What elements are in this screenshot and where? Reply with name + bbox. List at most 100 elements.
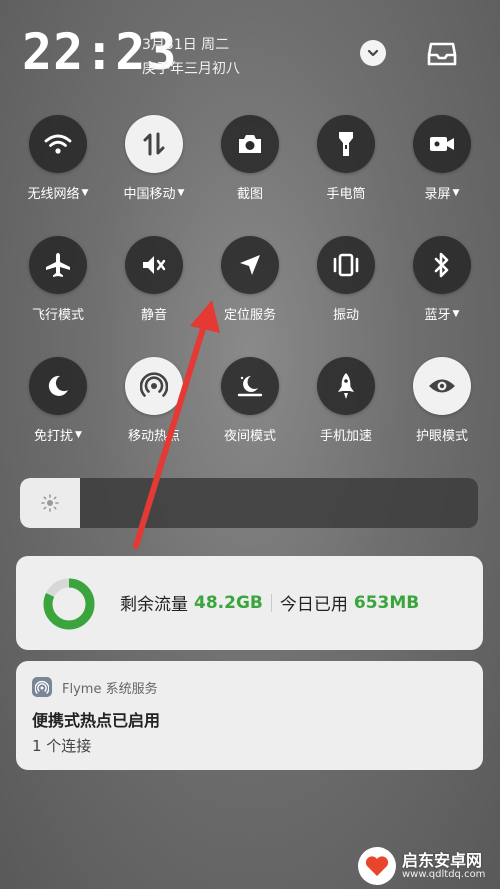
inbox-icon (427, 42, 457, 66)
flashlight-icon (339, 132, 353, 156)
toggle-label: 移动热点 (127, 429, 180, 444)
quick-settings-grid: 无线网络 ▼ 中国移动 ▼ 截图 手电筒 录屏 ▼ 飞行模式 静音 定位服务 振… (10, 115, 490, 478)
divider (270, 593, 272, 612)
watermark-name: 启东安卓网 (402, 850, 483, 870)
hotspot-notification[interactable]: Flyme 系统服务 便携式热点已启用 1 个连接 (16, 661, 483, 770)
hotspot-icon (35, 680, 49, 694)
moon-icon (48, 375, 68, 396)
collapse-button[interactable] (360, 40, 386, 66)
toggle-location[interactable]: 定位服务 (202, 236, 298, 357)
toggle-label: 定位服务 (223, 308, 276, 323)
camera-icon (239, 135, 261, 153)
eye-icon (429, 379, 455, 393)
toggle-screenshot[interactable]: 截图 (202, 115, 298, 236)
dropdown-caret-icon[interactable]: ▼ (453, 309, 460, 319)
today-used-label: 今日已用 (279, 595, 348, 615)
toggle-hotspot-circle[interactable] (125, 357, 183, 415)
toggle-night-mode-circle[interactable] (221, 357, 279, 415)
toggle-label: 录屏 ▼ (424, 187, 460, 202)
toggle-dnd-circle[interactable] (29, 357, 87, 415)
toggle-mobile-data[interactable]: 中国移动 ▼ (106, 115, 202, 236)
heart-logo-icon (365, 856, 389, 876)
toggle-boost-circle[interactable] (317, 357, 375, 415)
notification-app-name: Flyme 系统服务 (62, 681, 158, 697)
toggle-label: 飞行模式 (31, 308, 84, 323)
night-mode-icon (237, 376, 263, 397)
app-icon (32, 677, 52, 697)
toggle-boost[interactable]: 手机加速 (298, 357, 394, 478)
toggle-row: 免打扰 ▼ 移动热点 夜间模式 手机加速 护眼模式 (10, 357, 490, 478)
wifi-icon (44, 134, 72, 154)
toggle-bluetooth[interactable]: 蓝牙 ▼ (394, 236, 490, 357)
toggle-row: 飞行模式 静音 定位服务 振动 蓝牙 ▼ (10, 236, 490, 357)
toggle-label: 无线网络 ▼ (27, 187, 89, 202)
toggle-location-circle[interactable] (221, 236, 279, 294)
toggle-bluetooth-circle[interactable] (413, 236, 471, 294)
toggle-airplane[interactable]: 飞行模式 (10, 236, 106, 357)
mute-icon (143, 256, 166, 274)
mobile-data-icon (143, 132, 165, 156)
sun-icon (40, 494, 59, 512)
toggle-screen-record[interactable]: 录屏 ▼ (394, 115, 490, 236)
airplane-icon (46, 253, 70, 277)
toggle-mobile-data-circle[interactable] (125, 115, 183, 173)
dropdown-caret-icon[interactable]: ▼ (82, 188, 89, 198)
today-used-value: 653MB (353, 592, 420, 613)
lunar-date-text: 庚子年三月初八 (142, 61, 240, 77)
toggle-screen-record-circle[interactable] (413, 115, 471, 173)
location-arrow-icon (240, 255, 260, 275)
brightness-slider[interactable] (20, 478, 478, 528)
hotspot-icon (140, 372, 168, 397)
remaining-label: 剩余流量 (120, 595, 188, 615)
toggle-hotspot[interactable]: 移动热点 (106, 357, 202, 478)
chevron-down-icon (367, 49, 379, 57)
toggle-label: 免打扰 ▼ (34, 429, 82, 444)
toggle-flashlight[interactable]: 手电筒 (298, 115, 394, 236)
rocket-icon (338, 373, 354, 399)
remaining-value: 48.2GB (194, 592, 263, 613)
vibrate-icon (333, 253, 359, 277)
toggle-label: 护眼模式 (415, 429, 468, 444)
brightness-slider-fill[interactable] (20, 478, 80, 528)
toggle-mute[interactable]: 静音 (106, 236, 202, 357)
dropdown-caret-icon[interactable]: ▼ (178, 188, 185, 198)
toggle-label: 手电筒 (326, 187, 366, 202)
toggle-eye-care[interactable]: 护眼模式 (394, 357, 490, 478)
notification-inbox-button[interactable] (426, 38, 458, 70)
toggle-label: 蓝牙 ▼ (424, 308, 460, 323)
toggle-row: 无线网络 ▼ 中国移动 ▼ 截图 手电筒 录屏 ▼ (10, 115, 490, 236)
toggle-dnd[interactable]: 免打扰 ▼ (10, 357, 106, 478)
toggle-wifi-circle[interactable] (29, 115, 87, 173)
toggle-vibrate[interactable]: 振动 (298, 236, 394, 357)
toggle-night-mode[interactable]: 夜间模式 (202, 357, 298, 478)
notification-header: Flyme 系统服务 (32, 677, 158, 697)
toggle-vibrate-circle[interactable] (317, 236, 375, 294)
date-text: 3月31日 周二 (142, 37, 230, 53)
watermark-logo-icon (358, 847, 396, 885)
toggle-label: 中国移动 ▼ (123, 187, 185, 202)
watermark-text: 启东安卓网 www.qdltdq.com (402, 852, 485, 881)
dropdown-caret-icon[interactable]: ▼ (75, 430, 82, 440)
notification-body: 1 个连接 (32, 737, 92, 755)
toggle-mute-circle[interactable] (125, 236, 183, 294)
dropdown-caret-icon[interactable]: ▼ (453, 188, 460, 198)
toggle-label: 振动 (332, 308, 359, 323)
toggle-label: 静音 (140, 308, 167, 323)
toggle-label: 夜间模式 (223, 429, 276, 444)
toggle-flashlight-circle[interactable] (317, 115, 375, 173)
status-header: 22:23 3月31日 周二 庚子年三月初八 (22, 22, 482, 82)
data-usage-card[interactable]: 剩余流量 48.2GB 今日已用 653MB (16, 556, 483, 650)
watermark-url: www.qdltdq.com (402, 869, 486, 881)
video-camera-icon (430, 137, 454, 151)
toggle-eye-care-circle[interactable] (413, 357, 471, 415)
bluetooth-icon (434, 252, 449, 278)
toggle-label: 手机加速 (319, 429, 372, 444)
toggle-wifi[interactable]: 无线网络 ▼ (10, 115, 106, 236)
toggle-label: 截图 (236, 187, 263, 202)
watermark: 启东安卓网 www.qdltdq.com (358, 846, 498, 886)
toggle-screenshot-circle[interactable] (221, 115, 279, 173)
toggle-airplane-circle[interactable] (29, 236, 87, 294)
data-usage-summary: 剩余流量 48.2GB 今日已用 653MB (120, 590, 420, 616)
data-usage-ring (43, 578, 95, 630)
notification-title: 便携式热点已启用 (32, 711, 161, 730)
